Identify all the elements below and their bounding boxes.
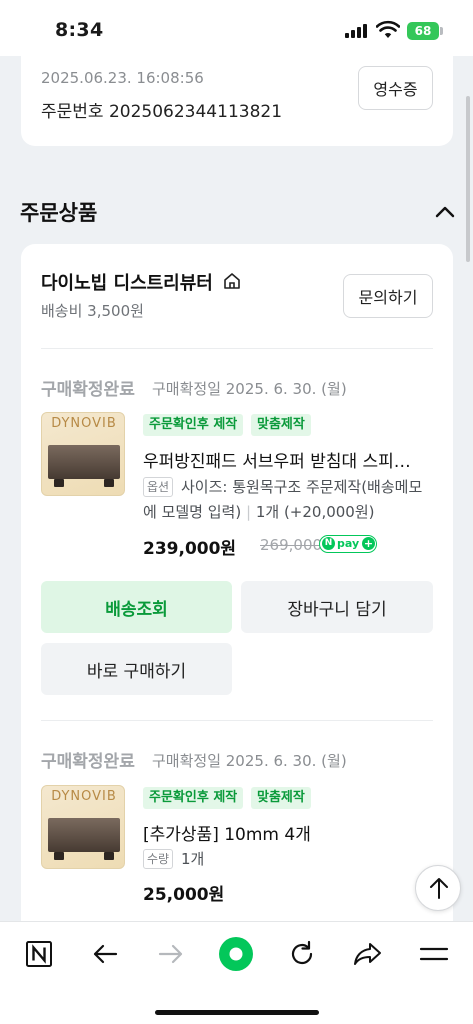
thumbnail-pad-image: [48, 445, 120, 479]
share-icon[interactable]: [350, 936, 386, 972]
thumbnail-foot: [54, 479, 64, 487]
product-name[interactable]: [추가상품] 10mm 4개: [143, 820, 311, 845]
npay-text: pay: [337, 537, 360, 550]
quantity-badge: 수량: [143, 849, 174, 869]
back-arrow-icon[interactable]: [87, 936, 123, 972]
option-separator: |: [245, 503, 252, 521]
npay-plus-icon: +: [362, 537, 375, 550]
wifi-icon: [376, 20, 400, 38]
item-confirm-date: 구매확정일 2025. 6. 30. (월): [152, 752, 347, 770]
item-confirm-date: 구매확정일 2025. 6. 30. (월): [152, 380, 347, 398]
track-delivery-button[interactable]: 배송조회: [41, 581, 232, 633]
forward-arrow-icon[interactable]: [153, 936, 189, 972]
tag-made-to-order: 주문확인후 제작: [143, 414, 244, 436]
chevron-up-icon[interactable]: [434, 202, 456, 222]
thumbnail-pad-image: [48, 818, 120, 852]
npay-n-icon: N: [322, 537, 335, 550]
status-time: 8:34: [55, 19, 104, 41]
divider: [41, 720, 433, 721]
product-thumbnail[interactable]: DYNOVIB: [41, 412, 125, 496]
order-products-card: 다이노빕 디스트리뷰터 배송비 3,500원 문의하기 구매확정완료 구매확정일…: [21, 244, 453, 944]
option-text-line1: 사이즈: 통원목구조 주문제작(배송메모: [181, 478, 423, 496]
battery-icon: 68: [407, 22, 439, 40]
buy-now-button[interactable]: 바로 구매하기: [41, 643, 232, 695]
add-to-cart-button[interactable]: 장바구니 담기: [241, 581, 433, 633]
tag-custom: 맞춤제작: [251, 787, 311, 809]
arrow-up-icon: [430, 878, 448, 899]
product-price: 239,000원: [143, 539, 237, 559]
thumbnail-foot: [104, 852, 114, 860]
item-status: 구매확정완료: [41, 752, 135, 772]
scrollbar[interactable]: [466, 96, 470, 262]
order-info-card: 2025.06.23. 16:08:56 주문번호 20250623441138…: [21, 40, 453, 146]
seller-name[interactable]: 다이노빕 디스트리뷰터: [41, 269, 213, 295]
option-text-line2: 에 모델명 입력) | 1개 (+20,000원): [143, 500, 375, 525]
original-price: 269,000: [260, 536, 323, 554]
thumbnail-brand: DYNOVIB: [51, 416, 117, 431]
order-number: 주문번호 2025062344113821: [41, 102, 283, 122]
option-text-line2-a: 에 모델명 입력): [143, 503, 242, 521]
shipping-fee: 배송비 3,500원: [41, 302, 144, 320]
quantity-text: 1개: [181, 850, 205, 868]
tag-made-to-order: 주문확인후 제작: [143, 787, 244, 809]
green-dot-icon[interactable]: [218, 936, 254, 972]
cellular-signal-icon: [345, 24, 371, 38]
thumbnail-brand: DYNOVIB: [51, 789, 117, 804]
naver-home-icon[interactable]: [21, 936, 57, 972]
product-thumbnail[interactable]: DYNOVIB: [41, 785, 125, 869]
product-price: 25,000원: [143, 885, 225, 905]
refresh-icon[interactable]: [284, 936, 320, 972]
thumbnail-foot: [54, 852, 64, 860]
thumbnail-foot: [104, 479, 114, 487]
home-indicator: [155, 1010, 319, 1015]
option-badge: 옵션: [143, 477, 174, 497]
receipt-button[interactable]: 영수증: [358, 66, 433, 110]
battery-tip: [440, 27, 443, 35]
option-text-line2-b: 1개 (+20,000원): [255, 503, 375, 521]
divider: [41, 348, 433, 349]
product-name[interactable]: 우퍼방진패드 서브우퍼 받침대 스피…: [143, 447, 411, 472]
menu-icon[interactable]: [416, 936, 452, 972]
scroll-to-top-button[interactable]: [415, 865, 461, 911]
order-date: 2025.06.23. 16:08:56: [41, 69, 204, 87]
tag-custom: 맞춤제작: [251, 414, 311, 436]
bottom-nav: [0, 921, 473, 1024]
section-title: 주문상품: [20, 201, 98, 225]
npay-badge: N pay +: [319, 535, 377, 553]
inquiry-button[interactable]: 문의하기: [343, 274, 433, 318]
store-home-icon[interactable]: [223, 272, 241, 290]
item-status: 구매확정완료: [41, 380, 135, 400]
